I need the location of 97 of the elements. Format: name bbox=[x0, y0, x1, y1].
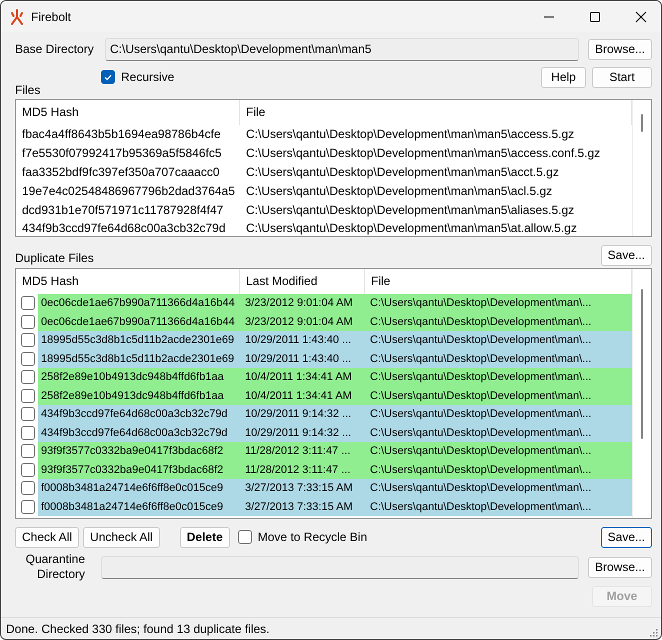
row-checkbox[interactable] bbox=[21, 444, 35, 458]
row-checkbox[interactable] bbox=[21, 426, 35, 440]
close-icon[interactable] bbox=[635, 10, 647, 22]
row-checkbox[interactable] bbox=[21, 407, 35, 422]
row-checkbox[interactable] bbox=[21, 481, 35, 496]
start-button[interactable]: Start bbox=[592, 66, 652, 88]
checkmark-icon bbox=[103, 72, 113, 82]
row-checkbox[interactable] bbox=[21, 314, 35, 329]
save-button[interactable]: Save... bbox=[600, 244, 652, 266]
table-cell-text: 0ec06cde1ae67b990a711366d4a16b44 bbox=[40, 316, 236, 328]
uncheck-all-button[interactable]: Uncheck All bbox=[83, 526, 160, 548]
table-cell-text: 10/29/2011 1:43:40 ... bbox=[244, 334, 352, 346]
browse-button[interactable]: Browse... bbox=[588, 38, 652, 60]
row-checkbox[interactable] bbox=[21, 352, 35, 366]
table-row[interactable]: f0008b3481a24714e6f6ff8e0c015ce9 3/27/2013 7:33:15 AM C:\Users\qantu\Desktop\Development\man\... bbox=[38, 479, 632, 498]
table-cell-text: f0008b3481a24714e6f6ff8e0c015ce9 bbox=[40, 500, 224, 513]
quarantine-directory-field[interactable] bbox=[101, 556, 579, 578]
table-row[interactable]: 0ec06cde1ae67b990a711366d4a16b44 3/23/2012 9:01:04 AM C:\Users\qantu\Desktop\Development\man\... bbox=[38, 294, 632, 312]
table-cell-text: 3/23/2012 9:01:04 AM bbox=[244, 297, 354, 310]
files-label: Files bbox=[15, 84, 42, 96]
base-directory-field[interactable]: C:\Users\qantu\Desktop\Development\man\man5 bbox=[105, 38, 579, 60]
table-cell-text: C:\Users\qantu\Desktop\Development\man\... bbox=[369, 445, 592, 458]
table-cell-text: faa3352bdf9fc397ef350a707caaacc0 bbox=[21, 164, 221, 179]
table-cell-text: 10/29/2011 1:43:40 ... bbox=[244, 352, 352, 365]
recursive-checkbox[interactable]: Recursive bbox=[101, 70, 174, 84]
table-cell-text: C:\Users\qantu\Desktop\Development\man\... bbox=[369, 426, 592, 439]
row-checkbox[interactable] bbox=[21, 500, 35, 514]
check-all-button[interactable]: Check All bbox=[15, 526, 80, 548]
row-checkbox[interactable] bbox=[21, 370, 35, 384]
table-cell-text: C:\Users\qantu\Desktop\Development\man\man5\access.5.gz bbox=[245, 127, 576, 142]
table-cell-text: 93f9f3577c0332ba9e0417f3bdac68f2 bbox=[40, 464, 224, 476]
table-cell-text: 10/29/2011 9:14:32 ... bbox=[244, 408, 352, 420]
table-row[interactable]: 434f9b3ccd97fe64d68c00a3cb32c79d 10/29/2011 9:14:32 ... C:\Users\qantu\Desktop\Development\man\... bbox=[38, 424, 632, 442]
table-cell-text: 18995d55c3d8b1c5d11b2acde2301e69 bbox=[40, 334, 236, 346]
table-cell-text: C:\Users\qantu\Desktop\Development\man\... bbox=[369, 464, 592, 476]
delete-button[interactable]: Delete bbox=[180, 526, 230, 548]
table-cell-text: 3/23/2012 9:01:04 AM bbox=[244, 316, 354, 328]
table-cell-text: 10/4/2011 1:34:41 AM bbox=[244, 390, 353, 402]
table-cell-text: 93f9f3577c0332ba9e0417f3bdac68f2 bbox=[40, 445, 224, 458]
table-row[interactable]: 18995d55c3d8b1c5d11b2acde2301e69 10/29/2011 1:43:40 ... C:\Users\qantu\Desktop\Development\man\... bbox=[38, 331, 632, 350]
table-row[interactable]: 258f2e89e10b4913dc948b4ffd6fb1aa 10/4/2011 1:34:41 AM C:\Users\qantu\Desktop\Development\man\... bbox=[38, 386, 632, 405]
table-cell-text: C:\Users\qantu\Desktop\Development\man\man5\access.conf.5.gz bbox=[245, 146, 602, 160]
row-checkbox[interactable] bbox=[21, 333, 35, 348]
table-cell-text: 3/27/2013 7:33:15 AM bbox=[244, 482, 354, 494]
table-cell-text: 434f9b3ccd97fe64d68c00a3cb32c79d bbox=[21, 221, 227, 236]
row-checkbox[interactable] bbox=[21, 388, 35, 403]
table-cell-text: dcd931b1e70f571971c11787928f4f47 bbox=[21, 202, 224, 217]
base-directory-label: Base Directory bbox=[15, 42, 95, 56]
quarantine-directory-label: Quarantine Directory bbox=[24, 552, 85, 582]
table-cell-text: C:\Users\qantu\Desktop\Development\man\man5\aliases.5.gz bbox=[245, 202, 576, 217]
resize-grip-icon[interactable] bbox=[648, 627, 658, 637]
help-button[interactable]: Help bbox=[541, 66, 586, 88]
table-row[interactable]: 18995d55c3d8b1c5d11b2acde2301e69 10/29/2011 1:43:40 ... C:\Users\qantu\Desktop\Development\man\... bbox=[38, 350, 632, 368]
table-cell-text: C:\Users\qantu\Desktop\Development\man\man5\acct.5.gz bbox=[245, 164, 560, 179]
table-cell-text: C:\Users\qantu\Desktop\Development\man\... bbox=[369, 390, 592, 402]
maximize-icon[interactable] bbox=[589, 10, 601, 22]
table-cell-text: f0008b3481a24714e6f6ff8e0c015ce9 bbox=[40, 482, 224, 494]
table-cell-text: 11/28/2012 3:11:47 ... bbox=[244, 464, 352, 476]
table-cell-text: C:\Users\qantu\Desktop\Development\man\man5\at.allow.5.gz bbox=[245, 221, 578, 236]
column-header[interactable]: MD5 Hash bbox=[16, 100, 240, 125]
table-cell-text: 11/28/2012 3:11:47 ... bbox=[244, 445, 352, 458]
window-title: Firebolt bbox=[31, 10, 72, 24]
recycle-bin-checkbox[interactable]: Move to Recycle Bin bbox=[238, 530, 368, 544]
row-checkbox[interactable] bbox=[21, 462, 35, 477]
table-row[interactable]: 258f2e89e10b4913dc948b4ffd6fb1aa 10/4/2011 1:34:41 AM C:\Users\qantu\Desktop\Development\man\... bbox=[38, 368, 632, 386]
table-row[interactable]: 0ec06cde1ae67b990a711366d4a16b44 3/23/2012 9:01:04 AM C:\Users\qantu\Desktop\Development\man\... bbox=[38, 312, 632, 331]
table-row[interactable]: 93f9f3577c0332ba9e0417f3bdac68f2 11/28/2012 3:11:47 ... C:\Users\qantu\Desktop\Development\man\... bbox=[38, 460, 632, 479]
table-row[interactable]: 434f9b3ccd97fe64d68c00a3cb32c79d 10/29/2011 9:14:32 ... C:\Users\qantu\Desktop\Development\man\... bbox=[38, 405, 632, 424]
table-cell-text: 434f9b3ccd97fe64d68c00a3cb32c79d bbox=[40, 426, 229, 439]
flame-icon bbox=[9, 8, 25, 24]
save-button[interactable]: Save... bbox=[600, 526, 652, 548]
table-cell-text: 10/4/2011 1:34:41 AM bbox=[244, 371, 353, 384]
table-cell-text: 10/29/2011 9:14:32 ... bbox=[244, 426, 352, 439]
table-cell-text: 0ec06cde1ae67b990a711366d4a16b44 bbox=[40, 297, 236, 310]
table-cell-text: C:\Users\qantu\Desktop\Development\man\... bbox=[369, 316, 592, 328]
table-cell-text: 19e7e4c02548486967796b2dad3764a5 bbox=[21, 184, 236, 198]
table-cell-text: C:\Users\qantu\Desktop\Development\man\... bbox=[369, 482, 592, 494]
row-checkbox[interactable] bbox=[21, 296, 35, 310]
table-cell-text: fbac4a4ff8643b5b1694ea98786b4cfe bbox=[21, 127, 222, 142]
table-row[interactable]: 93f9f3577c0332ba9e0417f3bdac68f2 11/28/2012 3:11:47 ... C:\Users\qantu\Desktop\Development\man\... bbox=[38, 442, 632, 460]
table-cell-text: C:\Users\qantu\Desktop\Development\man\... bbox=[369, 408, 592, 420]
table-cell-text: C:\Users\qantu\Desktop\Development\man\... bbox=[369, 371, 592, 384]
table-cell-text: 258f2e89e10b4913dc948b4ffd6fb1aa bbox=[40, 390, 225, 402]
table-row[interactable]: f0008b3481a24714e6f6ff8e0c015ce9 3/27/2013 7:33:15 AM C:\Users\qantu\Desktop\Development\man\... bbox=[38, 498, 632, 516]
browse-button[interactable]: Browse... bbox=[588, 556, 652, 578]
table-cell-text: C:\Users\qantu\Desktop\Development\man\... bbox=[369, 352, 592, 365]
table-cell-text: C:\Users\qantu\Desktop\Development\man\man5\acl.5.gz bbox=[245, 184, 554, 198]
duplicate-files-label: Duplicate Files bbox=[15, 250, 94, 265]
table-cell-text: 258f2e89e10b4913dc948b4ffd6fb1aa bbox=[40, 371, 225, 384]
table-cell-text: 18995d55c3d8b1c5d11b2acde2301e69 bbox=[40, 352, 236, 365]
table-cell-text: f7e5530f07992417b95369a5f5846fc5 bbox=[21, 146, 223, 160]
table-cell-text: C:\Users\qantu\Desktop\Development\man\... bbox=[369, 297, 592, 310]
table-cell-text: C:\Users\qantu\Desktop\Development\man\... bbox=[369, 334, 592, 346]
table-cell-text: C:\Users\qantu\Desktop\Development\man\... bbox=[369, 500, 592, 513]
table-cell-text: 434f9b3ccd97fe64d68c00a3cb32c79d bbox=[40, 408, 229, 420]
status-text: Done. Checked 330 files; found 13 duplicate files. bbox=[6, 622, 270, 636]
table-cell-text: 3/27/2013 7:33:15 AM bbox=[244, 500, 354, 513]
